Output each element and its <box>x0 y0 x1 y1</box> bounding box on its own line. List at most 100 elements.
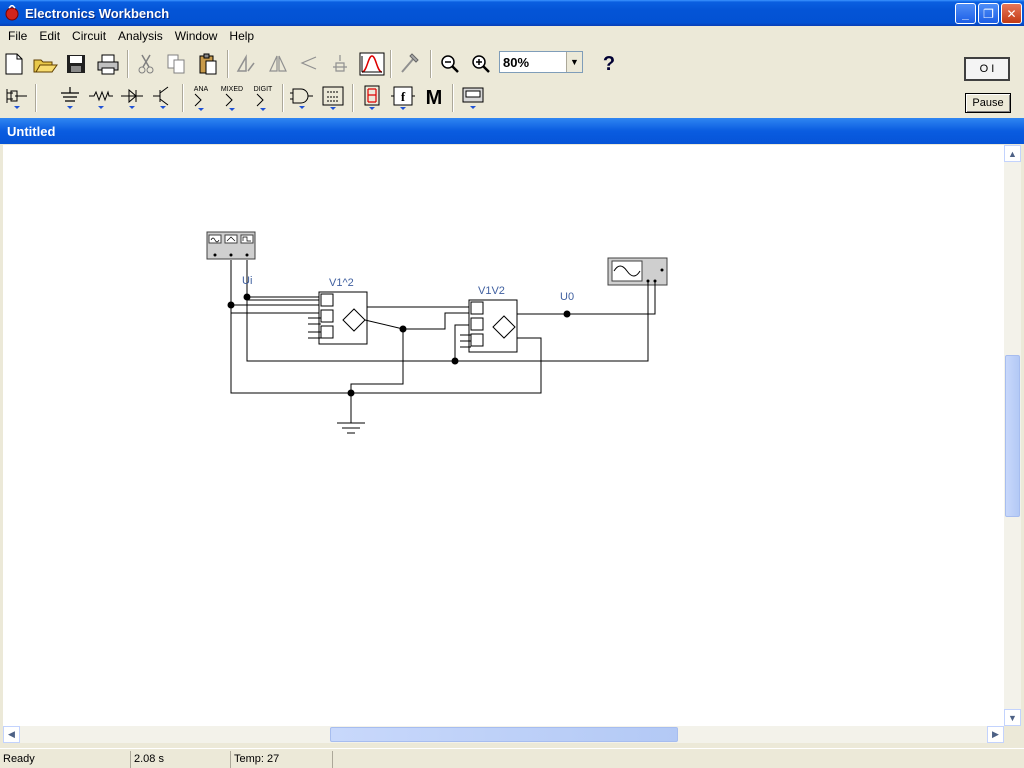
document-title: Untitled <box>7 123 56 139</box>
rotate-button[interactable] <box>232 49 260 79</box>
open-folder-icon <box>33 59 58 73</box>
junction-dots <box>227 293 571 397</box>
component-properties-button[interactable] <box>326 49 354 79</box>
zoom-out-icon <box>441 55 459 73</box>
svg-text:MIXED: MIXED <box>221 86 243 93</box>
circuit-diagram: Ui V1^2 V1V2 U0 <box>206 231 668 434</box>
help-icon: ? <box>602 52 616 75</box>
pause-button[interactable]: Pause <box>965 93 1011 113</box>
flip-flop-icon <box>322 86 344 110</box>
scroll-right-icon[interactable]: ▶ <box>987 726 1004 743</box>
multiplier-2[interactable] <box>468 299 518 353</box>
svg-text:f: f <box>401 89 406 104</box>
horizontal-scroll-thumb[interactable] <box>330 727 678 742</box>
and-gate-icon <box>290 88 313 109</box>
analog-ics-bin-button[interactable]: ANA <box>187 83 215 113</box>
graph-icon <box>359 52 385 76</box>
app-icon <box>5 5 19 21</box>
title-bar: Electronics Workbench _ ❐ ✕ <box>0 0 1024 26</box>
scroll-up-icon[interactable]: ▲ <box>1004 145 1021 162</box>
copy-icon <box>167 54 185 74</box>
function-generator[interactable] <box>206 231 256 260</box>
mixed-ics-bin-button[interactable]: MIXED <box>218 83 246 113</box>
description-button[interactable] <box>396 49 424 79</box>
misc-icon: M <box>425 86 443 109</box>
circuit-canvas[interactable]: Ui V1^2 V1V2 U0 <box>3 145 1004 726</box>
open-button[interactable] <box>31 49 59 79</box>
power-switch[interactable]: O I <box>964 57 1010 81</box>
multiplier2-label: V1V2 <box>478 285 505 297</box>
circuit-wires <box>230 260 656 420</box>
scissors-icon <box>138 54 154 74</box>
copy-button[interactable] <box>162 49 190 79</box>
help-button[interactable]: ? <box>594 49 624 79</box>
sources-bin-button[interactable] <box>56 83 84 113</box>
menu-window[interactable]: Window <box>169 29 224 43</box>
close-button[interactable]: ✕ <box>1001 3 1022 24</box>
zoom-in-icon <box>472 55 490 73</box>
menu-analysis[interactable]: Analysis <box>112 29 169 43</box>
menu-help[interactable]: Help <box>223 29 260 43</box>
status-bar: Ready 2.08 s Temp: 27 <box>0 748 1024 768</box>
basic-bin-button[interactable] <box>87 83 115 113</box>
menu-bar: File Edit Circuit Analysis Window Help <box>0 26 1024 46</box>
printer-icon <box>97 54 119 75</box>
vertical-scrollbar[interactable]: ▲ ▼ <box>1004 145 1021 726</box>
vertical-scroll-thumb[interactable] <box>1005 355 1020 517</box>
miscellaneous-bin-button[interactable]: M <box>420 83 448 113</box>
digital-bin-button[interactable] <box>319 83 347 113</box>
wand-icon <box>401 53 419 73</box>
document-title-bar: Untitled <box>0 118 1024 144</box>
digital-ic-icon: DIGIT <box>254 86 273 111</box>
new-button[interactable] <box>0 49 28 79</box>
flip-horizontal-button[interactable] <box>264 49 292 79</box>
minimize-button[interactable]: _ <box>955 3 976 24</box>
save-button[interactable] <box>62 49 90 79</box>
flip-horizontal-icon <box>269 55 287 72</box>
svg-text:ANA: ANA <box>194 86 209 93</box>
ground-symbol[interactable] <box>337 420 365 434</box>
flip-vertical-button[interactable] <box>295 49 323 79</box>
horizontal-scrollbar[interactable]: ◀ ▶ <box>3 726 1004 743</box>
scroll-left-icon[interactable]: ◀ <box>3 726 20 743</box>
controls-bin-button[interactable]: f <box>389 83 417 113</box>
mixed-ic-icon: MIXED <box>221 86 243 111</box>
paste-button[interactable] <box>194 49 222 79</box>
function-block-icon: f <box>391 86 415 110</box>
status-temp: Temp: 27 <box>230 751 279 768</box>
status-state: Ready <box>3 753 35 765</box>
zoom-out-button[interactable] <box>436 49 464 79</box>
menu-file[interactable]: File <box>2 29 33 43</box>
zoom-select[interactable]: 80% ▼ <box>499 51 583 73</box>
flip-vertical-icon <box>300 56 317 70</box>
instrument-icon <box>462 87 484 109</box>
indicators-bin-button[interactable] <box>358 83 386 113</box>
scroll-corner <box>1004 726 1021 743</box>
paste-icon <box>199 53 217 75</box>
maximize-button[interactable]: ❐ <box>978 3 999 24</box>
diodes-bin-button[interactable] <box>118 83 146 113</box>
save-disk-icon <box>67 55 85 73</box>
print-button[interactable] <box>94 49 122 79</box>
svg-text:DIGIT: DIGIT <box>254 86 273 93</box>
status-divider <box>332 751 336 768</box>
logic-gates-bin-button[interactable] <box>288 83 316 113</box>
oscilloscope[interactable] <box>607 257 668 286</box>
multiplier-1[interactable] <box>318 291 368 345</box>
scroll-down-icon[interactable]: ▼ <box>1004 709 1021 726</box>
zoom-in-button[interactable] <box>467 49 495 79</box>
output-label: U0 <box>560 291 574 303</box>
menu-edit[interactable]: Edit <box>33 29 66 43</box>
menu-circuit[interactable]: Circuit <box>66 29 112 43</box>
digital-ics-bin-button[interactable]: DIGIT <box>249 83 277 113</box>
cut-button[interactable] <box>132 49 160 79</box>
diode-icon <box>121 88 143 109</box>
favorites-bin-button[interactable] <box>2 83 30 113</box>
transistors-bin-button[interactable] <box>149 83 177 113</box>
chevron-down-icon[interactable]: ▼ <box>566 52 582 72</box>
rotate-icon <box>236 54 255 72</box>
instruments-bin-button[interactable] <box>459 83 487 113</box>
status-time: 2.08 s <box>130 751 164 768</box>
create-subcircuit-button[interactable] <box>358 49 386 79</box>
resistor-icon <box>89 90 113 109</box>
